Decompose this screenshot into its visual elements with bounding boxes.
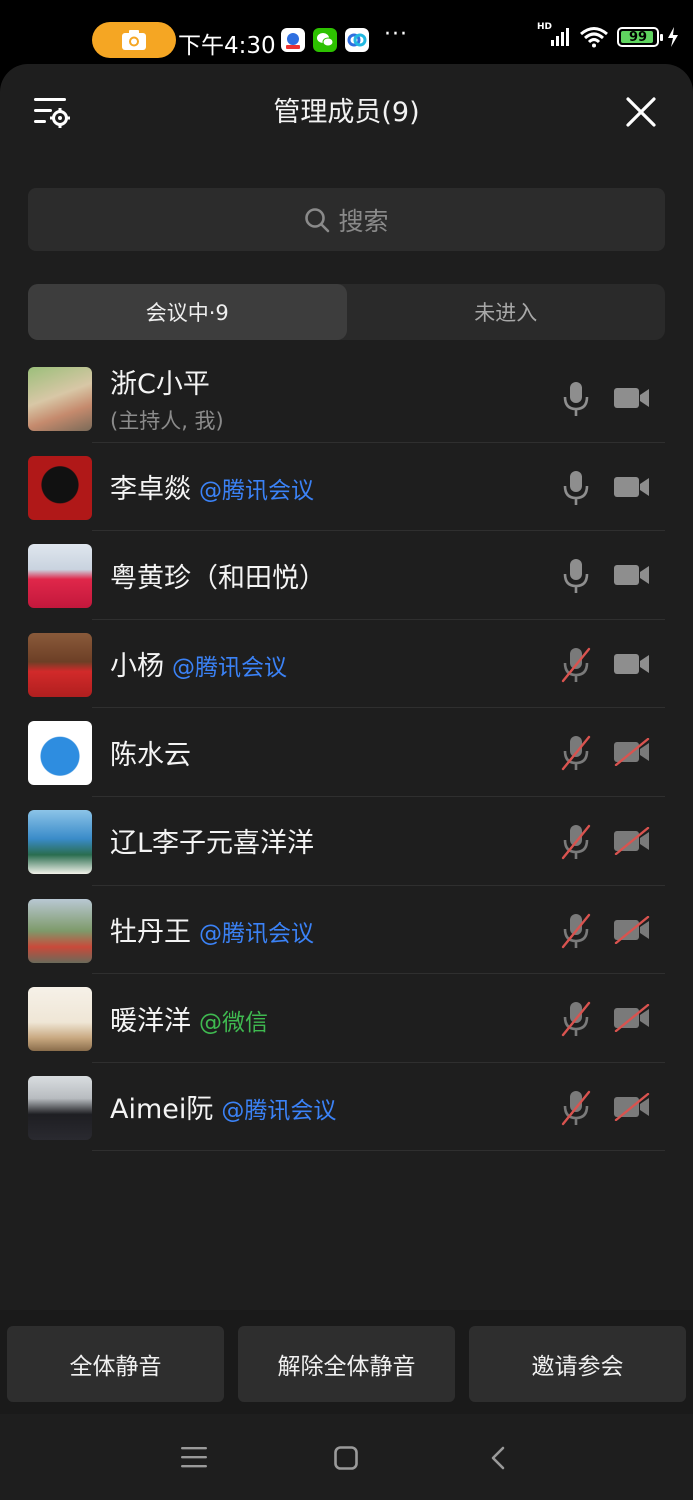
video-camera-icon[interactable] [612, 384, 652, 412]
avatar [28, 898, 92, 963]
baidu-app-icon [281, 28, 305, 52]
member-source-tag: @腾讯会议 [199, 478, 314, 505]
member-row[interactable]: 陈水云 [0, 708, 693, 797]
member-row[interactable]: 牡丹王 @腾讯会议 [0, 886, 693, 975]
avatar [28, 367, 92, 431]
member-row[interactable]: 小杨 @腾讯会议 [0, 620, 693, 709]
member-row[interactable]: 粤黄珍（和田悦） [0, 531, 693, 620]
member-info: 暖洋洋 @微信 [110, 974, 268, 1062]
microphone-muted-icon[interactable] [560, 1089, 592, 1127]
battery-level: 99 [628, 29, 648, 45]
microphone-icon[interactable] [560, 469, 592, 507]
avatar [28, 809, 92, 874]
charging-icon [668, 27, 678, 47]
avatar [28, 987, 92, 1052]
menu-nav-icon[interactable] [181, 1446, 207, 1468]
video-camera-off-icon[interactable] [612, 915, 652, 944]
video-camera-icon[interactable] [612, 561, 652, 589]
microphone-muted-icon[interactable] [560, 1000, 592, 1038]
video-camera-icon[interactable] [612, 473, 652, 501]
more-notifications-icon: ··· [384, 22, 408, 47]
tencent-meeting-app-icon [345, 28, 369, 52]
status-bar: 下午4:30 ··· HD 99 [0, 0, 693, 64]
home-nav-icon[interactable] [334, 1446, 358, 1470]
tab-not-joined[interactable]: 未进入 [347, 284, 666, 340]
mute-all-button[interactable]: 全体静音 [7, 1326, 224, 1402]
microphone-muted-icon[interactable] [560, 734, 592, 772]
close-icon [626, 97, 656, 127]
avatar [28, 632, 92, 697]
member-info: Aimei阮 @腾讯会议 [110, 1063, 336, 1151]
member-name: 牡丹王 [110, 917, 191, 949]
member-tabs: 会议中·9 未进入 [28, 284, 665, 340]
member-role-label: (主持人, 我) [110, 408, 224, 433]
microphone-muted-icon[interactable] [560, 646, 592, 684]
page-title: 管理成员(9) [273, 97, 420, 128]
close-button[interactable] [625, 96, 657, 128]
microphone-icon[interactable] [560, 380, 592, 418]
tab-in-meeting[interactable]: 会议中·9 [28, 284, 347, 340]
member-source-tag: @微信 [199, 1009, 268, 1036]
member-source-tag: @腾讯会议 [172, 655, 287, 682]
avatar [28, 1075, 92, 1140]
wifi-icon [580, 27, 608, 48]
bottom-action-bar: 全体静音 解除全体静音 邀请参会 [0, 1310, 693, 1414]
search-icon [305, 207, 330, 232]
avatar [28, 455, 92, 520]
member-row[interactable]: 浙C小平 (主持人, 我) [0, 354, 693, 443]
member-info: 粤黄珍（和田悦） [110, 531, 326, 619]
video-camera-icon[interactable] [612, 650, 652, 678]
invite-button[interactable]: 邀请参会 [469, 1326, 686, 1402]
wechat-app-icon [313, 28, 337, 52]
member-source-tag: @腾讯会议 [221, 1098, 337, 1125]
system-nav-bar [0, 1414, 693, 1500]
cellular-signal-icon: HD [537, 22, 571, 48]
member-name: 辽L李子元喜洋洋 [110, 828, 315, 860]
unmute-all-button[interactable]: 解除全体静音 [238, 1326, 455, 1402]
video-camera-off-icon[interactable] [612, 826, 652, 856]
member-info: 浙C小平 (主持人, 我) [110, 354, 224, 442]
member-info: 小杨 @腾讯会议 [110, 620, 287, 708]
member-name: Aimei阮 [110, 1094, 214, 1126]
member-name: 小杨 [110, 651, 164, 683]
member-name: 陈水云 [110, 739, 191, 771]
member-source-tag: @腾讯会议 [199, 921, 314, 948]
video-camera-off-icon[interactable] [612, 738, 652, 767]
search-input[interactable]: 搜索 [28, 188, 665, 251]
member-row[interactable]: Aimei阮 @腾讯会议 [0, 1063, 693, 1152]
member-info: 陈水云 [110, 708, 191, 796]
camera-icon [122, 30, 146, 50]
microphone-muted-icon[interactable] [560, 823, 592, 861]
member-list: 浙C小平 (主持人, 我) 李卓燚 @腾讯会议 粤黄珍（和田悦） 小杨 @腾讯会议 陈水云 辽L… [0, 354, 693, 1151]
manage-members-sheet: 管理成员(9) 搜索 会议中·9 未进入 浙C小平 (主持人, 我) 李卓燚 @腾讯会… [0, 64, 693, 1500]
screen-record-pill[interactable] [92, 22, 176, 58]
microphone-icon[interactable] [560, 557, 592, 595]
member-row[interactable]: 李卓燚 @腾讯会议 [0, 443, 693, 532]
member-name: 李卓燚 [110, 474, 191, 506]
member-info: 牡丹王 @腾讯会议 [110, 886, 314, 974]
search-placeholder: 搜索 [338, 206, 389, 236]
microphone-muted-icon[interactable] [560, 912, 592, 950]
member-row[interactable]: 暖洋洋 @微信 [0, 974, 693, 1063]
member-row[interactable]: 辽L李子元喜洋洋 [0, 797, 693, 886]
member-info: 李卓燚 @腾讯会议 [110, 443, 314, 531]
video-camera-off-icon[interactable] [612, 1003, 652, 1033]
member-name: 粤黄珍（和田悦） [110, 562, 326, 594]
avatar [28, 721, 92, 786]
video-camera-off-icon[interactable] [612, 1092, 652, 1121]
status-time: 下午4:30 [178, 33, 276, 59]
member-name: 浙C小平 [110, 368, 210, 400]
member-name: 暖洋洋 [110, 1005, 191, 1037]
back-nav-icon[interactable] [490, 1446, 506, 1470]
avatar [28, 544, 92, 609]
battery-icon: 99 [617, 27, 663, 47]
member-info: 辽L李子元喜洋洋 [110, 797, 314, 885]
